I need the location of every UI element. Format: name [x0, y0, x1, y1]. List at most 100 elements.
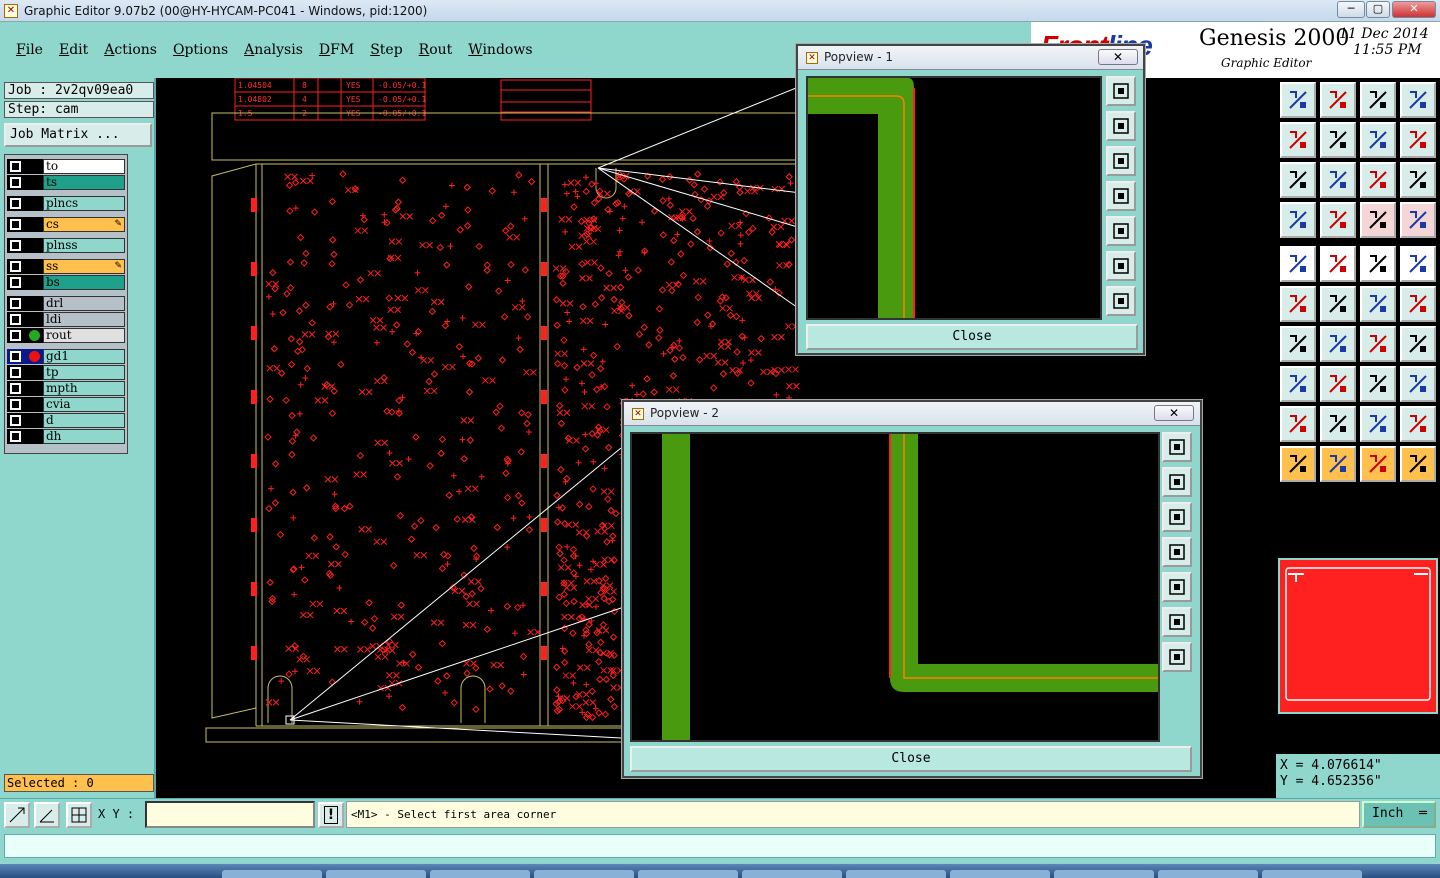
- popview-1-zoom-fit-button[interactable]: [1106, 251, 1136, 281]
- popview-2-zoom-center-button[interactable]: [1162, 642, 1192, 672]
- minimize-button[interactable]: ─: [1337, 1, 1365, 18]
- layer-checkbox[interactable]: [10, 240, 21, 251]
- popview-2-zoom-box-button[interactable]: [1162, 432, 1192, 462]
- layer-row-plncs[interactable]: plncs: [7, 196, 127, 211]
- layer-checkbox[interactable]: [10, 177, 21, 188]
- xy-input[interactable]: [145, 801, 315, 828]
- menu-edit[interactable]: Edit: [51, 42, 96, 58]
- layer-row-plnss[interactable]: plnss: [7, 238, 127, 253]
- layer-name[interactable]: gd1: [43, 349, 125, 364]
- layer-name[interactable]: tp: [43, 365, 125, 380]
- minimap[interactable]: [1278, 558, 1438, 714]
- layer-checkbox[interactable]: [10, 383, 21, 394]
- close-window-button[interactable]: ✕: [1392, 1, 1436, 18]
- menu-dfm[interactable]: DFM: [311, 42, 362, 58]
- select-tool-button[interactable]: [1280, 446, 1316, 482]
- layer-row-d[interactable]: d: [7, 413, 127, 428]
- layer-checkbox[interactable]: [10, 399, 21, 410]
- home-tool-button[interactable]: [1280, 82, 1316, 118]
- popview-1-pan-left-button[interactable]: [1106, 181, 1136, 211]
- peak-tool-button[interactable]: [1320, 406, 1356, 442]
- popview-2-close-button[interactable]: Close: [630, 746, 1192, 772]
- layer-row-rout[interactable]: rout: [7, 328, 127, 343]
- popview-2-pan-left-button[interactable]: [1162, 537, 1192, 567]
- layer-checkbox[interactable]: [10, 351, 21, 362]
- redo-tool-button[interactable]: [1400, 122, 1436, 158]
- measure-tool-button[interactable]: [1280, 202, 1316, 238]
- layer-checkbox[interactable]: [10, 415, 21, 426]
- angle-tool-button[interactable]: [1280, 326, 1316, 362]
- popview-1-view[interactable]: [806, 76, 1102, 320]
- popview-2-pan-right-button[interactable]: [1162, 572, 1192, 602]
- net-tool-button[interactable]: [1280, 286, 1316, 322]
- layer-name[interactable]: drl: [43, 296, 125, 311]
- grid-tool-button[interactable]: [1320, 202, 1356, 238]
- layer-name[interactable]: cs ✎: [43, 217, 125, 232]
- menu-actions[interactable]: Actions: [96, 42, 165, 58]
- scale-tool-button[interactable]: [1360, 162, 1396, 198]
- menu-analysis[interactable]: Analysis: [236, 42, 311, 58]
- fit-box-tool-button[interactable]: [1360, 366, 1396, 402]
- popview-2-zoom-fit-button[interactable]: [1162, 607, 1192, 637]
- layer-row-ts[interactable]: ts: [7, 175, 127, 190]
- layer-name[interactable]: mpth: [43, 381, 125, 396]
- layer-row-cs[interactable]: cs ✎: [7, 217, 127, 232]
- layer-checkbox[interactable]: [10, 330, 21, 341]
- layer-name[interactable]: plnss: [43, 238, 125, 253]
- layer-name[interactable]: ss ✎: [43, 259, 125, 274]
- layer-config-tool-button[interactable]: [1360, 202, 1396, 238]
- layer-checkbox[interactable]: [10, 367, 21, 378]
- pan-right-tool-button[interactable]: [1320, 122, 1356, 158]
- pad-tool-button[interactable]: [1280, 246, 1316, 282]
- cross-tool-button[interactable]: [1320, 286, 1356, 322]
- pointer-tool-button[interactable]: [1360, 446, 1396, 482]
- layer-row-bs[interactable]: bs: [7, 275, 127, 290]
- units-selector[interactable]: Inch ═: [1362, 801, 1436, 828]
- popview-1-close-button[interactable]: Close: [806, 324, 1138, 350]
- layer-color-tool-button[interactable]: [1400, 202, 1436, 238]
- layer-name[interactable]: dh: [43, 429, 125, 444]
- popview-1[interactable]: ✕ Popview - 1 ✕ Close: [796, 44, 1145, 355]
- layer-name[interactable]: ldi: [43, 312, 125, 327]
- popview-2-x-button[interactable]: ✕: [1154, 405, 1194, 421]
- arc-tool-button[interactable]: [1360, 326, 1396, 362]
- layer-checkbox[interactable]: [10, 298, 21, 309]
- popview-2-pan-down-button[interactable]: [1162, 502, 1192, 532]
- fit-tool-button[interactable]: [1280, 162, 1316, 198]
- popview-1-zoom-box-button[interactable]: [1106, 76, 1136, 106]
- snap-grid-button[interactable]: [4, 802, 30, 828]
- zoom-in-tool-button[interactable]: [1320, 82, 1356, 118]
- layer-row-drl[interactable]: drl: [7, 296, 127, 311]
- snap-angle-button[interactable]: [34, 802, 60, 828]
- layer-row-to[interactable]: to: [7, 159, 127, 174]
- menu-file[interactable]: File: [8, 42, 51, 58]
- menu-rout[interactable]: Rout: [411, 42, 461, 58]
- dot-tool-button[interactable]: [1400, 246, 1436, 282]
- shape-tool-button[interactable]: [1400, 366, 1436, 402]
- connect-tool-button[interactable]: [1400, 286, 1436, 322]
- popview-2-pan-up-button[interactable]: [1162, 467, 1192, 497]
- layer-checkbox[interactable]: [10, 277, 21, 288]
- center-tool-button[interactable]: [1320, 162, 1356, 198]
- layer-name[interactable]: d: [43, 413, 125, 428]
- message-field[interactable]: [4, 834, 1436, 858]
- fill-tool-button[interactable]: [1400, 326, 1436, 362]
- window-tool-button[interactable]: [1400, 82, 1436, 118]
- popview-2-view[interactable]: [630, 432, 1160, 742]
- slope-tool-button[interactable]: [1400, 406, 1436, 442]
- triangle-tool-button[interactable]: [1280, 406, 1316, 442]
- layer-checkbox[interactable]: [10, 261, 21, 272]
- layer-row-ss[interactable]: ss ✎: [7, 259, 127, 274]
- job-matrix-button[interactable]: Job Matrix ...: [4, 123, 152, 147]
- layer-name[interactable]: plncs: [43, 196, 125, 211]
- restore-button[interactable]: ▢: [1366, 1, 1390, 18]
- menu-windows[interactable]: Windows: [460, 42, 540, 58]
- popview-1-zoom-center-button[interactable]: [1106, 286, 1136, 316]
- select-box-tool-button[interactable]: [1320, 446, 1356, 482]
- layer-checkbox[interactable]: [10, 198, 21, 209]
- link-tool-button[interactable]: [1360, 286, 1396, 322]
- layer-row-gd1[interactable]: gd1: [7, 349, 127, 364]
- ruler-tool-button[interactable]: [1360, 246, 1396, 282]
- pan-left-tool-button[interactable]: [1280, 122, 1316, 158]
- layer-name[interactable]: rout: [43, 328, 125, 343]
